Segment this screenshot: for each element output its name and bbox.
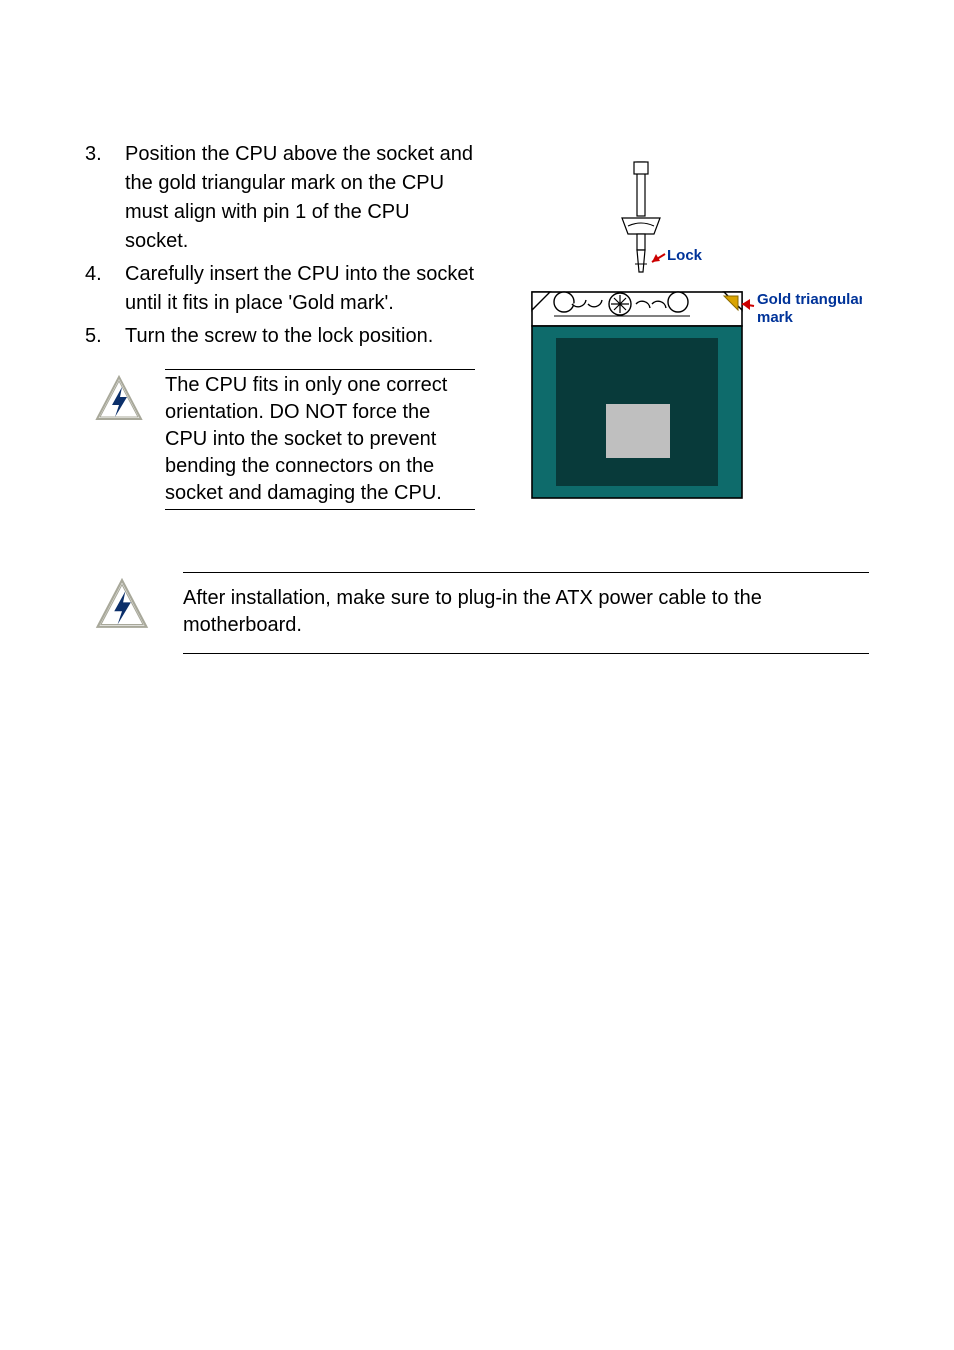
step-item: 4. Carefully insert the CPU into the soc… [85, 260, 475, 318]
step-item: 3. Position the CPU above the socket and… [85, 140, 475, 256]
warning-callout-2: After installation, make sure to plug-in… [85, 572, 869, 654]
warning-icon-container [85, 369, 145, 510]
step-text: Position the CPU above the socket and th… [125, 140, 475, 256]
warning-bolt-icon [95, 578, 149, 640]
step-number: 3. [85, 140, 125, 256]
left-column: 3. Position the CPU above the socket and… [85, 140, 475, 514]
warning-icon-container [95, 572, 155, 654]
warning-callout-1: The CPU fits in only one correct orienta… [85, 369, 475, 510]
step-list: 3. Position the CPU above the socket and… [85, 140, 475, 351]
warning-text-1: The CPU fits in only one correct orienta… [165, 369, 475, 510]
right-column: Lock Gold triangular mark [495, 140, 869, 514]
gold-mark-label-2: mark [757, 309, 794, 326]
step-item: 5. Turn the screw to the lock position. [85, 322, 475, 351]
warning-bolt-icon [95, 375, 143, 431]
gold-mark-label-1: Gold triangular [757, 291, 862, 308]
main-content: 3. Position the CPU above the socket and… [85, 140, 869, 514]
step-text: Turn the screw to the lock position. [125, 322, 475, 351]
lock-label: Lock [667, 247, 703, 264]
cpu-socket-diagram: Lock Gold triangular mark [502, 154, 862, 514]
step-number: 5. [85, 322, 125, 351]
step-text: Carefully insert the CPU into the socket… [125, 260, 475, 318]
warning-text-2: After installation, make sure to plug-in… [183, 572, 869, 654]
step-number: 4. [85, 260, 125, 318]
